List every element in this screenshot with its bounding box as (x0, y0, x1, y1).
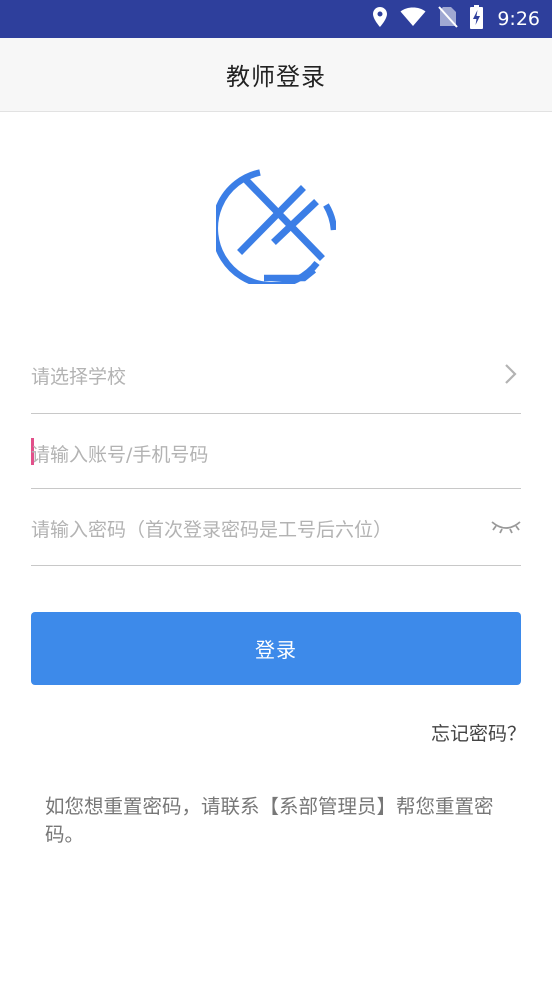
password-input[interactable]: 请输入密码（首次登录密码是工号后六位） (31, 489, 521, 566)
wifi-icon (400, 7, 426, 31)
location-icon (372, 6, 388, 32)
status-time: 9:26 (497, 8, 540, 30)
app-toolbar: 教师登录 (0, 38, 552, 112)
status-bar: 9:26 (0, 0, 552, 38)
battery-charging-icon (470, 5, 484, 33)
app-logo-icon (211, 164, 338, 289)
chevron-right-icon (503, 362, 517, 390)
forgot-password-link[interactable]: 忘记密码？ (431, 719, 526, 746)
login-button-label: 登录 (255, 638, 297, 662)
reset-password-notice: 如您想重置密码，请联系【系部管理员】帮您重置密码。 (45, 795, 494, 846)
account-input-placeholder: 请输入账号/手机号码 (31, 444, 209, 466)
login-button[interactable]: 登录 (31, 612, 521, 685)
no-sim-icon (438, 6, 459, 32)
school-select[interactable]: 请选择学校 (31, 340, 521, 414)
school-select-placeholder: 请选择学校 (31, 366, 127, 388)
eye-closed-icon[interactable] (491, 517, 521, 539)
account-input[interactable]: 请输入账号/手机号码 (31, 414, 521, 489)
password-input-placeholder: 请输入密码（首次登录密码是工号后六位） (31, 519, 393, 541)
page-title: 教师登录 (226, 63, 326, 91)
